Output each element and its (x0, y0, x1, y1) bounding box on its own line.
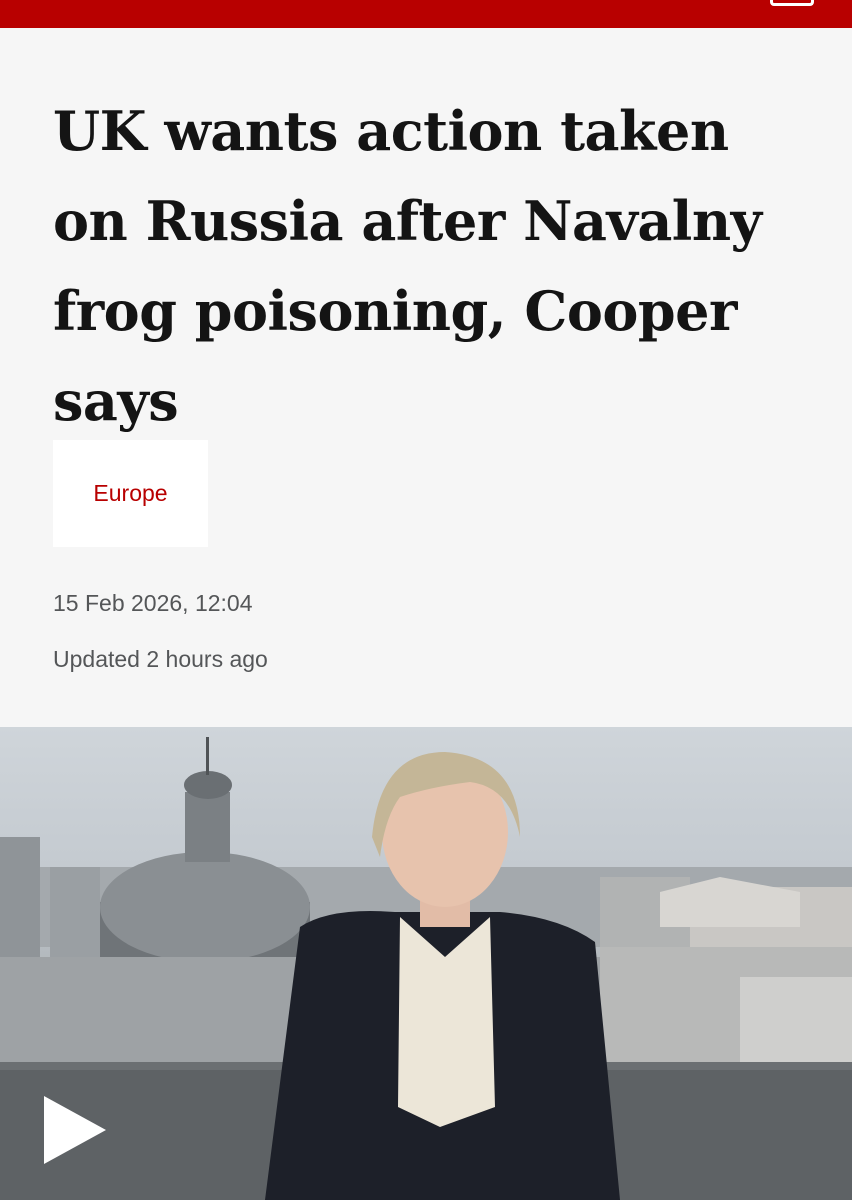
article-headline: UK wants action taken on Russia after Na… (53, 99, 762, 433)
top-navigation-bar (0, 0, 852, 28)
updated-time: Updated 2 hours ago (53, 646, 268, 672)
topic-label: Europe (93, 480, 168, 506)
play-icon[interactable] (40, 1094, 110, 1166)
topic-link-europe[interactable]: Europe (53, 440, 208, 547)
publish-date: 15 Feb 2026, 12:04 (53, 590, 253, 616)
menu-icon[interactable] (770, 0, 814, 6)
video-player[interactable] (0, 727, 852, 1200)
video-thumbnail (0, 737, 852, 1200)
